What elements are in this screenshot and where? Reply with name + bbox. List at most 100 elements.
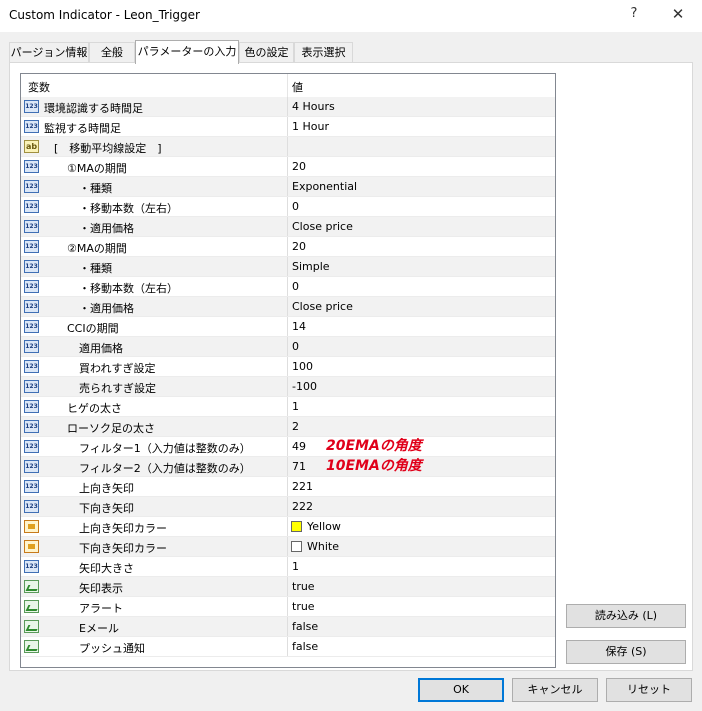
cancel-button[interactable]: キャンセル — [512, 678, 598, 702]
number-type-icon: 123 — [24, 120, 39, 133]
window-title: Custom Indicator - Leon_Trigger — [9, 8, 200, 22]
parameter-row[interactable]: 123 ローソク足の太さ 2 — [21, 417, 555, 437]
cell-separator — [287, 377, 288, 397]
cell-separator — [287, 477, 288, 497]
parameter-value[interactable]: 1 — [292, 400, 299, 413]
column-header-variable[interactable]: 変数 — [28, 79, 50, 95]
parameters-grid[interactable]: 変数 値 123 環境認識する時間足 4 Hours 123 監視する時間足 1 Hour… — [20, 73, 556, 668]
parameter-value[interactable]: Yellow — [307, 520, 341, 533]
parameter-value[interactable]: 71 — [292, 460, 306, 473]
column-separator[interactable] — [287, 74, 288, 97]
parameter-row[interactable]: 123 監視する時間足 1 Hour — [21, 117, 555, 137]
number-type-icon: 123 — [24, 340, 39, 353]
parameter-value[interactable]: -100 — [292, 380, 317, 393]
cell-separator — [287, 97, 288, 117]
parameter-row[interactable]: 123 フィルター2（入力値は整数のみ） 71 — [21, 457, 555, 477]
parameter-name: ・種類 — [79, 182, 112, 195]
tab-general[interactable]: 全般 — [89, 42, 135, 62]
parameter-row[interactable]: 123 ・適用価格 Close price — [21, 297, 555, 317]
parameter-value[interactable]: 0 — [292, 340, 299, 353]
parameter-value[interactable]: 0 — [292, 280, 299, 293]
tab-parameters[interactable]: パラメーターの入力 — [135, 40, 239, 64]
tab-visualization[interactable]: 表示選択 — [294, 42, 353, 62]
cell-separator — [287, 277, 288, 297]
parameter-value[interactable]: 0 — [292, 200, 299, 213]
parameter-row[interactable]: 123 フィルター1（入力値は整数のみ） 49 — [21, 437, 555, 457]
parameter-name: 下向き矢印カラー — [79, 542, 167, 555]
parameter-name: ・適用価格 — [79, 302, 134, 315]
tab-version-info[interactable]: パージョン情報 — [9, 42, 89, 62]
parameter-value[interactable]: 221 — [292, 480, 313, 493]
parameter-row[interactable]: 123 ・種類 Exponential — [21, 177, 555, 197]
parameter-row[interactable]: 123 環境認識する時間足 4 Hours — [21, 97, 555, 117]
number-type-icon: 123 — [24, 220, 39, 233]
parameter-row[interactable]: 123 ②MAの期間 20 — [21, 237, 555, 257]
parameter-row[interactable]: 矢印表示 true — [21, 577, 555, 597]
parameter-row[interactable]: プッシュ通知 false — [21, 637, 555, 657]
parameter-row[interactable]: 123 CCIの期間 14 — [21, 317, 555, 337]
parameter-value[interactable]: true — [292, 600, 315, 613]
parameter-row[interactable]: 123 ヒゲの太さ 1 — [21, 397, 555, 417]
parameter-row[interactable]: Eメール false — [21, 617, 555, 637]
column-header-value[interactable]: 値 — [292, 79, 303, 95]
color-swatch[interactable] — [291, 541, 302, 552]
annotation-filter1: 20EMAの角度 — [326, 438, 422, 454]
parameter-value[interactable]: 222 — [292, 500, 313, 513]
number-type-icon: 123 — [24, 500, 39, 513]
parameter-value[interactable]: Exponential — [292, 180, 357, 193]
parameter-value[interactable]: true — [292, 580, 315, 593]
cell-separator — [287, 557, 288, 577]
number-type-icon: 123 — [24, 460, 39, 473]
load-button[interactable]: 読み込み (L) — [566, 604, 686, 628]
parameter-value[interactable]: 100 — [292, 360, 313, 373]
parameter-row[interactable]: 123 上向き矢印 221 — [21, 477, 555, 497]
parameter-value[interactable]: 49 — [292, 440, 306, 453]
cell-separator — [287, 357, 288, 377]
parameter-row[interactable]: 123 ・適用価格 Close price — [21, 217, 555, 237]
parameter-value[interactable]: 20 — [292, 160, 306, 173]
tab-colors[interactable]: 色の設定 — [239, 42, 294, 62]
parameter-row[interactable]: 123 ①MAの期間 20 — [21, 157, 555, 177]
cell-separator — [287, 317, 288, 337]
number-type-icon: 123 — [24, 240, 39, 253]
parameter-name: アラート — [79, 602, 123, 615]
parameter-row[interactable]: 下向き矢印カラー White — [21, 537, 555, 557]
color-swatch[interactable] — [291, 521, 302, 532]
parameter-row[interactable]: 123 買われすぎ設定 100 — [21, 357, 555, 377]
cell-separator — [287, 137, 288, 157]
number-type-icon: 123 — [24, 480, 39, 493]
boolean-type-icon — [24, 640, 39, 653]
close-button[interactable]: ✕ — [666, 5, 690, 27]
parameter-value[interactable]: 2 — [292, 420, 299, 433]
parameter-value[interactable]: White — [307, 540, 339, 553]
number-type-icon: 123 — [24, 260, 39, 273]
parameter-value[interactable]: Simple — [292, 260, 330, 273]
parameter-row[interactable]: 123 ・移動本数（左右） 0 — [21, 277, 555, 297]
parameter-value[interactable]: false — [292, 620, 318, 633]
parameter-row[interactable]: 123 下向き矢印 222 — [21, 497, 555, 517]
parameter-value[interactable]: false — [292, 640, 318, 653]
ok-button[interactable]: OK — [418, 678, 504, 702]
cell-separator — [287, 397, 288, 417]
parameter-value[interactable]: 1 — [292, 560, 299, 573]
parameter-row[interactable]: ab [ 移動平均線設定 ] — [21, 137, 555, 157]
row-divider — [21, 656, 555, 657]
parameter-name: ローソク足の太さ — [67, 422, 155, 435]
parameter-row[interactable]: 123 矢印大きさ 1 — [21, 557, 555, 577]
save-button[interactable]: 保存 (S) — [566, 640, 686, 664]
parameter-value[interactable]: 4 Hours — [292, 100, 335, 113]
parameter-row[interactable]: 123 ・移動本数（左右） 0 — [21, 197, 555, 217]
parameter-row[interactable]: 123 売られすぎ設定 -100 — [21, 377, 555, 397]
parameter-value[interactable]: Close price — [292, 300, 353, 313]
parameter-row[interactable]: 上向き矢印カラー Yellow — [21, 517, 555, 537]
parameter-row[interactable]: 123 ・種類 Simple — [21, 257, 555, 277]
parameter-value[interactable]: 20 — [292, 240, 306, 253]
parameter-value[interactable]: Close price — [292, 220, 353, 233]
parameter-row[interactable]: 123 適用価格 0 — [21, 337, 555, 357]
parameter-name: 上向き矢印カラー — [79, 522, 167, 535]
parameter-row[interactable]: アラート true — [21, 597, 555, 617]
parameter-value[interactable]: 1 Hour — [292, 120, 329, 133]
help-button[interactable]: ? — [622, 6, 646, 26]
parameter-value[interactable]: 14 — [292, 320, 306, 333]
reset-button[interactable]: リセット — [606, 678, 692, 702]
